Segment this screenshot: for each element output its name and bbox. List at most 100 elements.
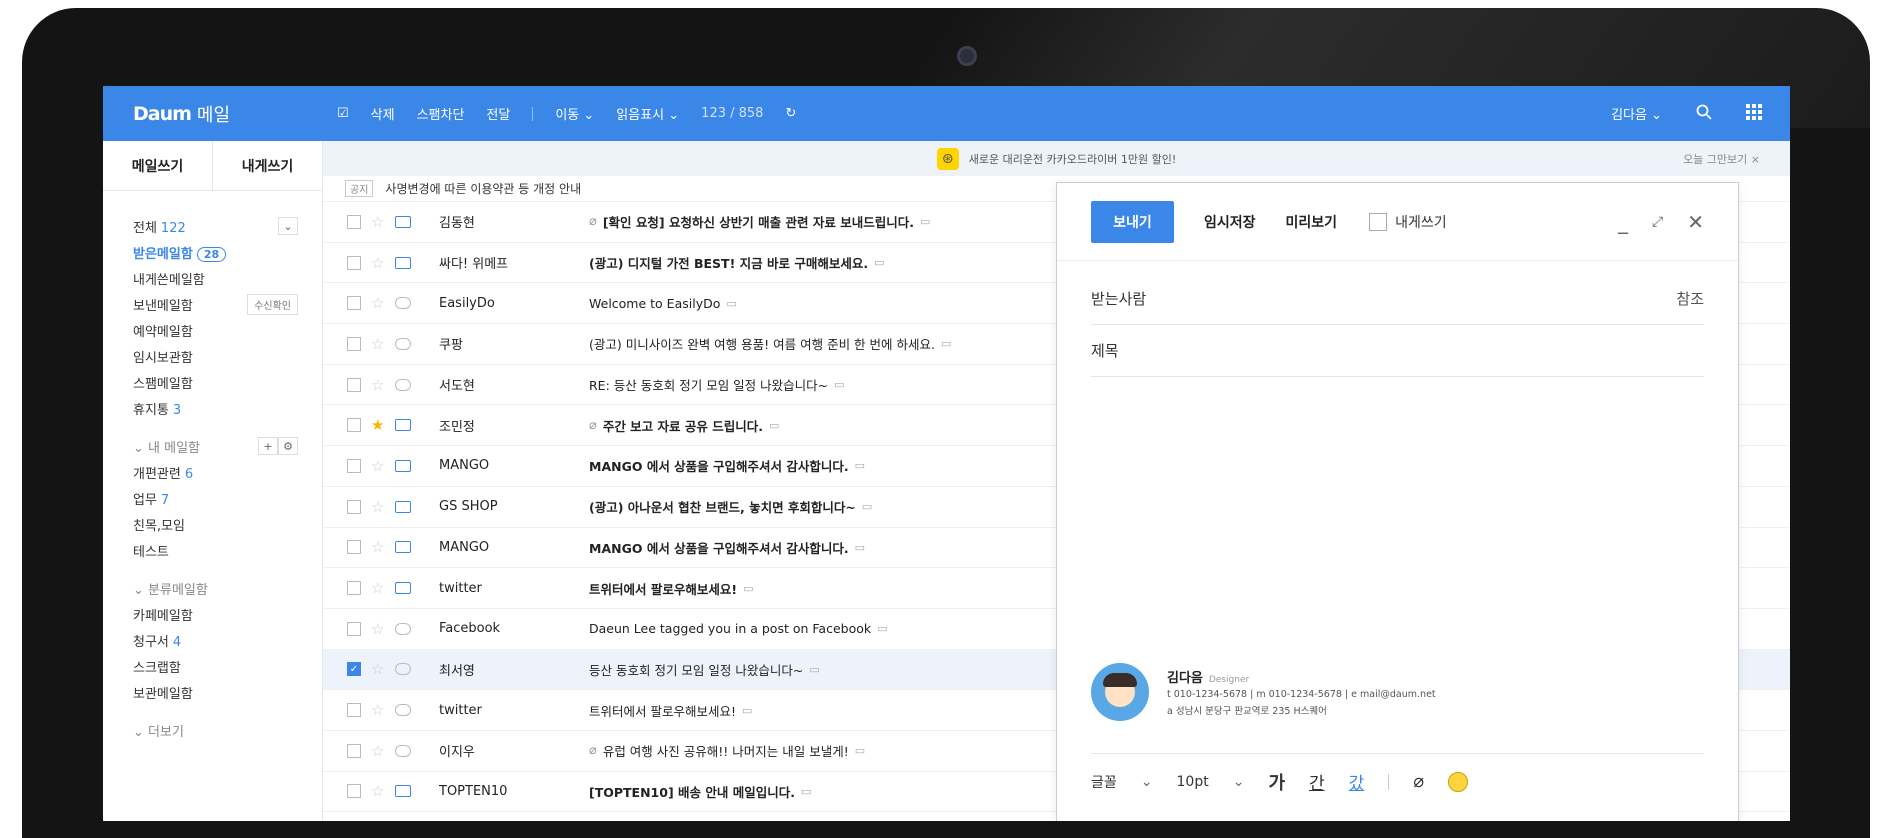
category-mailbox-group[interactable]: ⌄ 분류메일함 (133, 575, 298, 601)
star-icon[interactable]: ☆ (371, 579, 387, 597)
to-self-checkbox[interactable]: 내게쓰기 (1369, 212, 1447, 232)
row-checkbox[interactable] (347, 784, 361, 799)
sidebar-folder[interactable]: 보낸메일함 수신확인 (133, 291, 298, 317)
envelope-icon[interactable] (395, 459, 411, 472)
speech-bubble-icon[interactable]: ▭ (920, 215, 930, 228)
sidebar-folder[interactable]: 친목,모임 (133, 511, 298, 537)
row-checkbox[interactable] (347, 296, 361, 311)
sidebar-folder[interactable]: 청구서 4 (133, 627, 298, 653)
paperclip-icon[interactable]: ⌀ (1413, 771, 1424, 792)
mail-subject[interactable]: Welcome to EasilyDo (589, 296, 720, 311)
star-icon[interactable]: ☆ (371, 254, 387, 272)
sidebar-folder[interactable]: 업무 7 (133, 485, 298, 511)
apps-grid-icon[interactable] (1746, 103, 1762, 124)
star-icon[interactable]: ☆ (371, 660, 387, 678)
bold-button[interactable]: 가 (1268, 769, 1285, 795)
row-checkbox[interactable] (347, 255, 361, 270)
emoji-icon[interactable] (1448, 771, 1469, 792)
star-icon[interactable]: ☆ (371, 538, 387, 556)
row-checkbox[interactable] (347, 743, 361, 758)
row-checkbox[interactable] (347, 621, 361, 636)
mail-subject[interactable]: [TOPTEN10] 배송 안내 메일입니다. (589, 782, 795, 801)
mail-subject[interactable]: MANGO 에서 상품을 구입해주셔서 감사합니다. (589, 456, 849, 475)
sidebar-folder[interactable]: 내게쓴메일함 (133, 265, 298, 291)
star-icon[interactable]: ☆ (371, 376, 387, 394)
mail-subject[interactable]: (광고) 아나운서 협찬 브랜드, 놓치면 후회합니다~ (589, 497, 856, 516)
envelope-icon[interactable] (395, 500, 411, 513)
envelope-icon[interactable] (395, 582, 411, 595)
envelope-icon[interactable] (395, 419, 411, 432)
user-menu[interactable]: 김다음 ⌄ (1611, 104, 1662, 123)
star-icon[interactable]: ☆ (371, 294, 387, 312)
envelope-icon[interactable] (395, 215, 411, 228)
row-checkbox[interactable] (347, 214, 361, 229)
mail-subject[interactable]: [확인 요청] 요청하신 상반기 매출 관련 자료 보내드립니다. (603, 212, 914, 231)
refresh-icon[interactable]: ↻ (785, 106, 796, 121)
sidebar-folder[interactable]: 개편관련 6 (133, 459, 298, 485)
edit-icon[interactable]: ☑ (337, 106, 349, 121)
envelope-icon[interactable] (395, 541, 411, 554)
mail-subject[interactable]: 주간 보고 자료 공유 드립니다. (603, 416, 763, 435)
read-receipt-button[interactable]: 수신확인 (247, 293, 298, 315)
speech-bubble-icon[interactable]: ▭ (809, 663, 819, 676)
row-checkbox[interactable] (347, 499, 361, 514)
star-icon[interactable]: ☆ (371, 782, 387, 800)
sidebar-folder[interactable]: 테스트 (133, 537, 298, 563)
speech-bubble-icon[interactable]: ▭ (941, 337, 951, 350)
sidebar-folder[interactable]: 스크랩함 (133, 653, 298, 679)
send-button[interactable]: 보내기 (1091, 200, 1174, 243)
row-checkbox[interactable] (347, 377, 361, 392)
subject-field[interactable]: 제목 (1091, 325, 1704, 377)
more-group[interactable]: ⌄ 더보기 (133, 717, 298, 743)
ad-banner[interactable]: ⊛ 새로운 대리운전 카카오드라이버 1만원 할인! 오늘 그만보기 × (323, 141, 1790, 176)
row-checkbox[interactable] (347, 581, 361, 596)
speech-bubble-icon[interactable]: ▭ (862, 500, 872, 513)
read-mail-icon[interactable] (395, 663, 411, 676)
speech-bubble-icon[interactable]: ▭ (834, 378, 844, 391)
mail-subject[interactable]: (광고) 미니사이즈 완벽 여행 용품! 여름 여행 준비 한 번에 하세요. (589, 334, 935, 353)
cc-button[interactable]: 참조 (1676, 288, 1704, 309)
speech-bubble-icon[interactable]: ▭ (743, 582, 753, 595)
row-checkbox[interactable] (347, 703, 361, 718)
gear-icon[interactable]: ⚙ (278, 437, 298, 455)
envelope-icon[interactable] (395, 785, 411, 798)
mail-subject[interactable]: MANGO 에서 상품을 구입해주셔서 감사합니다. (589, 538, 849, 557)
sidebar-folder[interactable]: 카페메일함 (133, 601, 298, 627)
mail-subject[interactable]: (광고) 디지털 가전 BEST! 지금 바로 구매해보세요. (589, 253, 868, 272)
save-draft-button[interactable]: 임시저장 (1204, 212, 1256, 232)
sidebar-folder[interactable]: 스팸메일함 (133, 369, 298, 395)
font-family-select[interactable]: 글꼴 (1091, 772, 1117, 792)
star-icon[interactable]: ☆ (371, 701, 387, 719)
folder-all[interactable]: 전체 122 ⌄ (133, 213, 298, 239)
read-mail-icon[interactable] (395, 704, 411, 717)
mail-subject[interactable]: 유럽 여행 사진 공유해!! 나머지는 내일 보낼게! (603, 741, 849, 760)
star-icon[interactable]: ☆ (371, 213, 387, 231)
mail-subject[interactable]: Daeun Lee tagged you in a post on Facebo… (589, 621, 871, 636)
row-checkbox[interactable] (347, 418, 361, 433)
star-icon[interactable]: ☆ (371, 498, 387, 516)
star-icon[interactable]: ★ (371, 416, 387, 434)
envelope-icon[interactable] (395, 256, 411, 269)
speech-bubble-icon[interactable]: ▭ (877, 622, 887, 635)
search-icon[interactable] (1696, 104, 1712, 124)
read-mark-dropdown[interactable]: 읽음표시 ⌄ (616, 104, 679, 123)
underline-button[interactable]: 간 (1309, 769, 1325, 794)
star-icon[interactable]: ☆ (371, 620, 387, 638)
close-today-button[interactable]: 오늘 그만보기 × (1683, 151, 1760, 167)
preview-button[interactable]: 미리보기 (1286, 212, 1338, 232)
read-mail-icon[interactable] (395, 297, 411, 310)
chevron-down-icon[interactable]: ⌄ (1141, 774, 1153, 790)
mail-subject[interactable]: 등산 동호회 정기 모임 일정 나왔습니다~ (589, 660, 803, 679)
mail-subject[interactable]: RE: 등산 동호회 정기 모임 일정 나왔습니다~ (589, 375, 828, 394)
spam-block-button[interactable]: 스팸차단 (417, 104, 465, 123)
row-checkbox[interactable]: ✓ (347, 662, 361, 677)
speech-bubble-icon[interactable]: ▭ (726, 297, 736, 310)
sidebar-folder[interactable]: 받은메일함 28 (133, 239, 298, 265)
font-color-button[interactable]: 갔 (1349, 769, 1365, 794)
delete-button[interactable]: 삭제 (371, 104, 395, 123)
daum-mail-logo[interactable]: Daum 메일 (103, 101, 323, 127)
font-size-select[interactable]: 10pt (1177, 774, 1209, 790)
row-checkbox[interactable] (347, 336, 361, 351)
add-icon[interactable]: + (258, 437, 278, 455)
speech-bubble-icon[interactable]: ▭ (742, 704, 752, 717)
